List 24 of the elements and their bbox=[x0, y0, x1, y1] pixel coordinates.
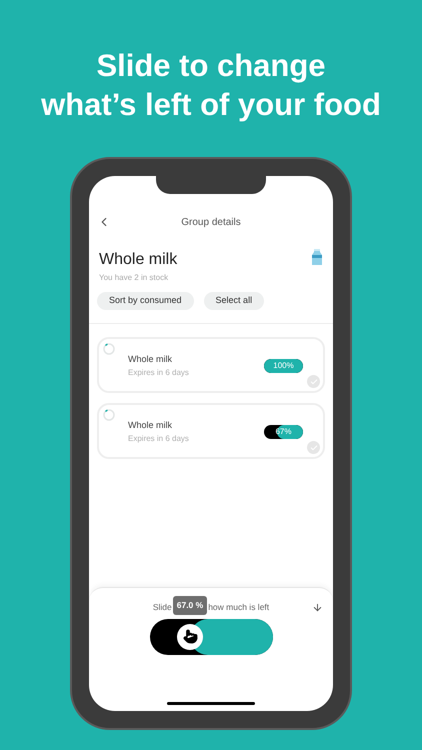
item-expiry: Expires in 6 days bbox=[128, 366, 189, 378]
slider-hint: how much is left bbox=[208, 601, 270, 614]
stock-count: You have 2 in stock bbox=[99, 272, 170, 284]
product-name: Whole milk bbox=[99, 250, 178, 270]
check-icon[interactable] bbox=[307, 441, 320, 454]
item-name: Whole milk bbox=[128, 419, 174, 432]
slider-track[interactable] bbox=[150, 618, 272, 655]
arrow-down-icon[interactable] bbox=[312, 602, 323, 613]
check-icon[interactable] bbox=[307, 375, 320, 388]
filter-button[interactable]: Select all bbox=[204, 292, 264, 310]
slider-thumb[interactable] bbox=[177, 624, 204, 650]
headline: Slide to change what’s left of your food bbox=[41, 47, 381, 124]
slider-tooltip: 67.0 % bbox=[172, 596, 208, 615]
progress-ring-icon bbox=[103, 343, 115, 355]
item-expiry: Expires in 6 days bbox=[128, 432, 189, 444]
filter-button[interactable]: Sort by consumed bbox=[97, 292, 194, 310]
pointing-hand-icon bbox=[182, 629, 198, 644]
level-percent: 100% bbox=[272, 360, 295, 372]
progress-ring-icon bbox=[103, 409, 115, 421]
milk-carton-icon bbox=[311, 248, 323, 266]
item-name: Whole milk bbox=[128, 353, 174, 366]
item-card[interactable]: Whole milk Expires in 6 days 100% bbox=[97, 337, 325, 393]
screen-title: Group details bbox=[181, 216, 241, 230]
slider-hint: Slide bbox=[152, 601, 172, 614]
